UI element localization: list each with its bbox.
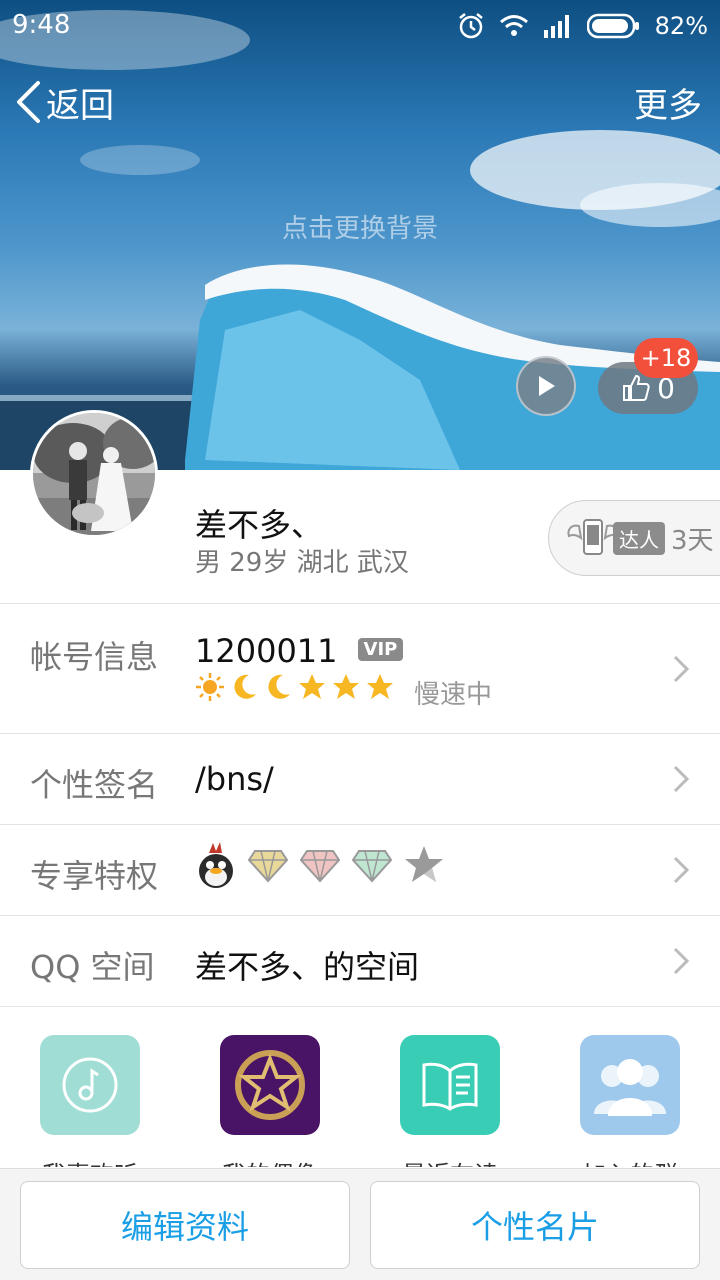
star-icon bbox=[299, 674, 325, 699]
more-button[interactable]: 更多 bbox=[634, 78, 702, 126]
signal-icon bbox=[543, 15, 569, 38]
group-icon bbox=[580, 1035, 680, 1135]
edit-profile-button[interactable]: 编辑资料 bbox=[20, 1181, 350, 1269]
battery-icon bbox=[586, 13, 639, 39]
avatar[interactable] bbox=[30, 410, 158, 538]
app-label: 我喜欢听 bbox=[0, 1155, 180, 1167]
like-badge: +18 bbox=[634, 338, 698, 378]
row-qzone[interactable]: QQ 空间 差不多、的空间 bbox=[0, 916, 720, 1007]
change-background-hint[interactable]: 点击更换背景 bbox=[0, 208, 720, 245]
battery-percent: 82% bbox=[654, 12, 708, 40]
profile-card-button[interactable]: 个性名片 bbox=[370, 1181, 700, 1269]
row-label-account: 帐号信息 bbox=[30, 638, 159, 676]
more-label: 更多 bbox=[634, 85, 702, 126]
moon-icon bbox=[268, 674, 290, 699]
grey-star-icon bbox=[405, 846, 443, 882]
play-button[interactable] bbox=[516, 356, 576, 416]
qzone-value: 差不多、的空间 bbox=[195, 948, 420, 986]
acceleration-status: 慢速中 bbox=[414, 680, 493, 710]
app-label: 加入的群 bbox=[540, 1155, 720, 1167]
row-signature[interactable]: 个性签名 /bns/ bbox=[0, 734, 720, 825]
back-button[interactable]: 返回 bbox=[14, 78, 114, 126]
row-label-privilege: 专享特权 bbox=[30, 857, 159, 895]
chevron-right-icon bbox=[673, 947, 690, 975]
thumbs-up-icon bbox=[623, 374, 650, 401]
back-label: 返回 bbox=[46, 85, 114, 126]
app-groups[interactable]: 加入的群 bbox=[580, 1035, 680, 1167]
chevron-right-icon bbox=[673, 765, 690, 793]
play-icon bbox=[539, 376, 555, 396]
app-reading[interactable]: 最近在读 bbox=[400, 1035, 500, 1167]
music-note-icon bbox=[40, 1035, 140, 1135]
qq-penguin-icon bbox=[199, 842, 233, 888]
app-idol[interactable]: 我的偶像 bbox=[220, 1035, 320, 1167]
app-music[interactable]: 我喜欢听 bbox=[40, 1035, 140, 1167]
app-grid: 我喜欢听 我的偶像 最近在读 bbox=[0, 1007, 720, 1167]
green-diamond-icon bbox=[351, 850, 393, 883]
yellow-diamond-icon bbox=[247, 850, 289, 883]
nickname: 差不多、 bbox=[195, 506, 324, 544]
bottom-action-bar: 编辑资料 个性名片 bbox=[0, 1168, 720, 1280]
qq-level-icons bbox=[195, 672, 395, 702]
signature-value: /bns/ bbox=[195, 760, 274, 798]
talent-badge[interactable]: 达人 3天 bbox=[548, 500, 720, 576]
row-privileges[interactable]: 专享特权 bbox=[0, 825, 720, 916]
app-label: 最近在读 bbox=[360, 1155, 540, 1167]
moon-icon bbox=[234, 674, 256, 699]
account-number-text: 1200011 bbox=[195, 632, 338, 670]
star-icon bbox=[333, 674, 359, 699]
user-basic-info: 男 29岁 湖北 武汉 bbox=[195, 548, 409, 578]
talent-tag: 达人 bbox=[613, 521, 665, 555]
chevron-left-icon bbox=[17, 81, 40, 123]
red-diamond-icon bbox=[299, 850, 341, 883]
avatar-photo bbox=[33, 413, 155, 535]
chevron-right-icon bbox=[673, 655, 690, 683]
row-label-qzone: QQ 空间 bbox=[30, 948, 155, 986]
status-time: 9:48 bbox=[12, 10, 71, 40]
account-number: 1200011 VIP bbox=[195, 632, 404, 670]
row-account-info[interactable]: 帐号信息 1200011 VIP bbox=[0, 604, 720, 734]
status-bar: 9:48 82% bbox=[0, 0, 720, 52]
star-icon bbox=[367, 674, 393, 699]
book-icon bbox=[400, 1035, 500, 1135]
alarm-icon bbox=[458, 13, 483, 39]
cover-background[interactable]: 9:48 82% 返回 更多 点击更换背景 0 +18 bbox=[0, 0, 720, 470]
vip-badge: VIP bbox=[357, 637, 404, 661]
row-label-signature: 个性签名 bbox=[30, 766, 159, 804]
star-idol-icon bbox=[220, 1035, 320, 1135]
chevron-right-icon bbox=[673, 856, 690, 884]
wifi-icon bbox=[499, 15, 528, 36]
app-label: 我的偶像 bbox=[180, 1155, 360, 1167]
sun-icon bbox=[196, 673, 224, 701]
talent-days: 3天 bbox=[671, 525, 714, 556]
